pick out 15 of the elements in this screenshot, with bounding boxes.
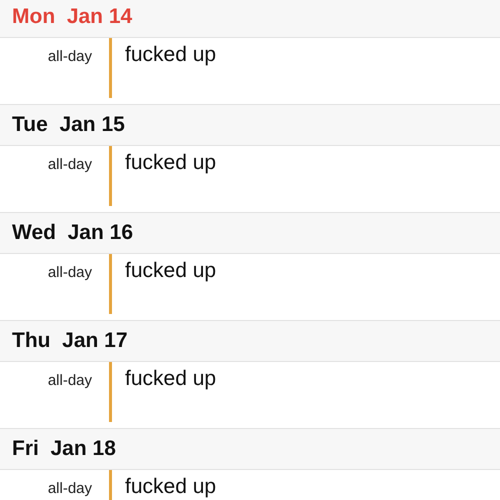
event-time: all-day — [46, 47, 92, 67]
event-title[interactable]: fucked up — [125, 146, 216, 212]
event-title[interactable]: fucked up — [125, 254, 216, 320]
day-label: Mon Jan 14 — [12, 5, 132, 29]
event-title[interactable]: fucked up — [125, 38, 216, 104]
event-time: all-day — [46, 263, 92, 283]
event-time: all-day — [46, 155, 92, 175]
event-title[interactable]: fucked up — [125, 362, 216, 428]
day-label: Tue Jan 15 — [12, 113, 125, 137]
event-time: all-day — [46, 371, 92, 391]
day-label: Thu Jan 17 — [12, 329, 128, 353]
event-time: all-day — [46, 479, 92, 499]
day-label: Wed Jan 16 — [12, 221, 133, 245]
event-title[interactable]: fucked up — [125, 470, 216, 500]
day-label: Fri Jan 18 — [12, 437, 116, 461]
